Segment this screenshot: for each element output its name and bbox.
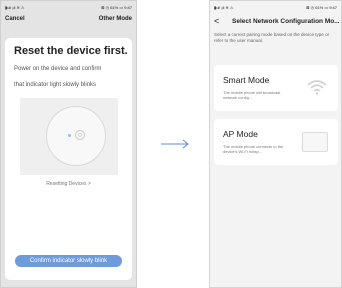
confirm-blink-button[interactable]: Confirm indicator slowly blink bbox=[15, 255, 122, 267]
mode-title: Smart Mode bbox=[223, 75, 270, 85]
device-box-icon bbox=[302, 132, 328, 152]
resetting-devices-link[interactable]: Resetting Devices > bbox=[5, 181, 132, 187]
reset-device-screen: ▮ull ᵢᵢll ≋ ⚠ ⊠ ◷ 61% ▭ 9:47 Cancel Othe… bbox=[0, 0, 137, 288]
status-signal: ▮ull ᵢᵢll ≋ ⚠ bbox=[214, 4, 234, 10]
top-nav: < Select Network Configuration Mo... bbox=[210, 13, 341, 29]
top-nav: Cancel Other Mode bbox=[1, 13, 136, 27]
status-bar: ▮ull ᵢᵢll ≋ ⚠ ⊠ ◷ 61% ▭ 9:47 bbox=[1, 1, 136, 13]
status-bar: ▮ull ᵢᵢll ≋ ⚠ ⊠ ◷ 61% ▭ 9:47 bbox=[210, 1, 341, 13]
intro-text: Select a correct pairing mode based on t… bbox=[214, 32, 330, 43]
status-battery-time: ⊠ ◷ 61% ▭ 9:47 bbox=[101, 4, 132, 10]
wifi-icon bbox=[307, 80, 327, 95]
status-battery-time: ⊠ ◷ 61% ▭ 9:47 bbox=[306, 4, 337, 10]
mode-description: The mobile phone will broadcast network … bbox=[223, 90, 281, 100]
right-arrow-icon bbox=[161, 139, 189, 149]
device-button-icon bbox=[75, 130, 85, 140]
page-title: Reset the device first. bbox=[14, 45, 128, 57]
indicator-light-icon bbox=[68, 134, 71, 137]
smart-mode-card[interactable]: Smart Mode The mobile phone will broadca… bbox=[214, 65, 338, 111]
mode-description: The mobile phone connects to the device'… bbox=[223, 144, 284, 154]
cancel-button[interactable]: Cancel bbox=[5, 16, 25, 22]
ap-mode-card[interactable]: AP Mode The mobile phone connects to the… bbox=[214, 119, 338, 165]
instruction-line-2: that indicator light slowly blinks bbox=[14, 82, 97, 88]
mode-title: AP Mode bbox=[223, 129, 258, 139]
reset-card: Reset the device first. Power on the dev… bbox=[5, 38, 132, 280]
back-icon[interactable]: < bbox=[214, 16, 224, 26]
other-mode-button[interactable]: Other Mode bbox=[99, 16, 132, 22]
status-signal: ▮ull ᵢᵢll ≋ ⚠ bbox=[5, 4, 25, 10]
select-mode-screen: ▮ull ᵢᵢll ≋ ⚠ ⊠ ◷ 61% ▭ 9:47 < Select Ne… bbox=[209, 0, 342, 288]
instruction-line-1: Power on the device and confirm bbox=[14, 66, 102, 72]
page-title: Select Network Configuration Mo... bbox=[232, 17, 340, 25]
device-illustration bbox=[20, 98, 118, 175]
